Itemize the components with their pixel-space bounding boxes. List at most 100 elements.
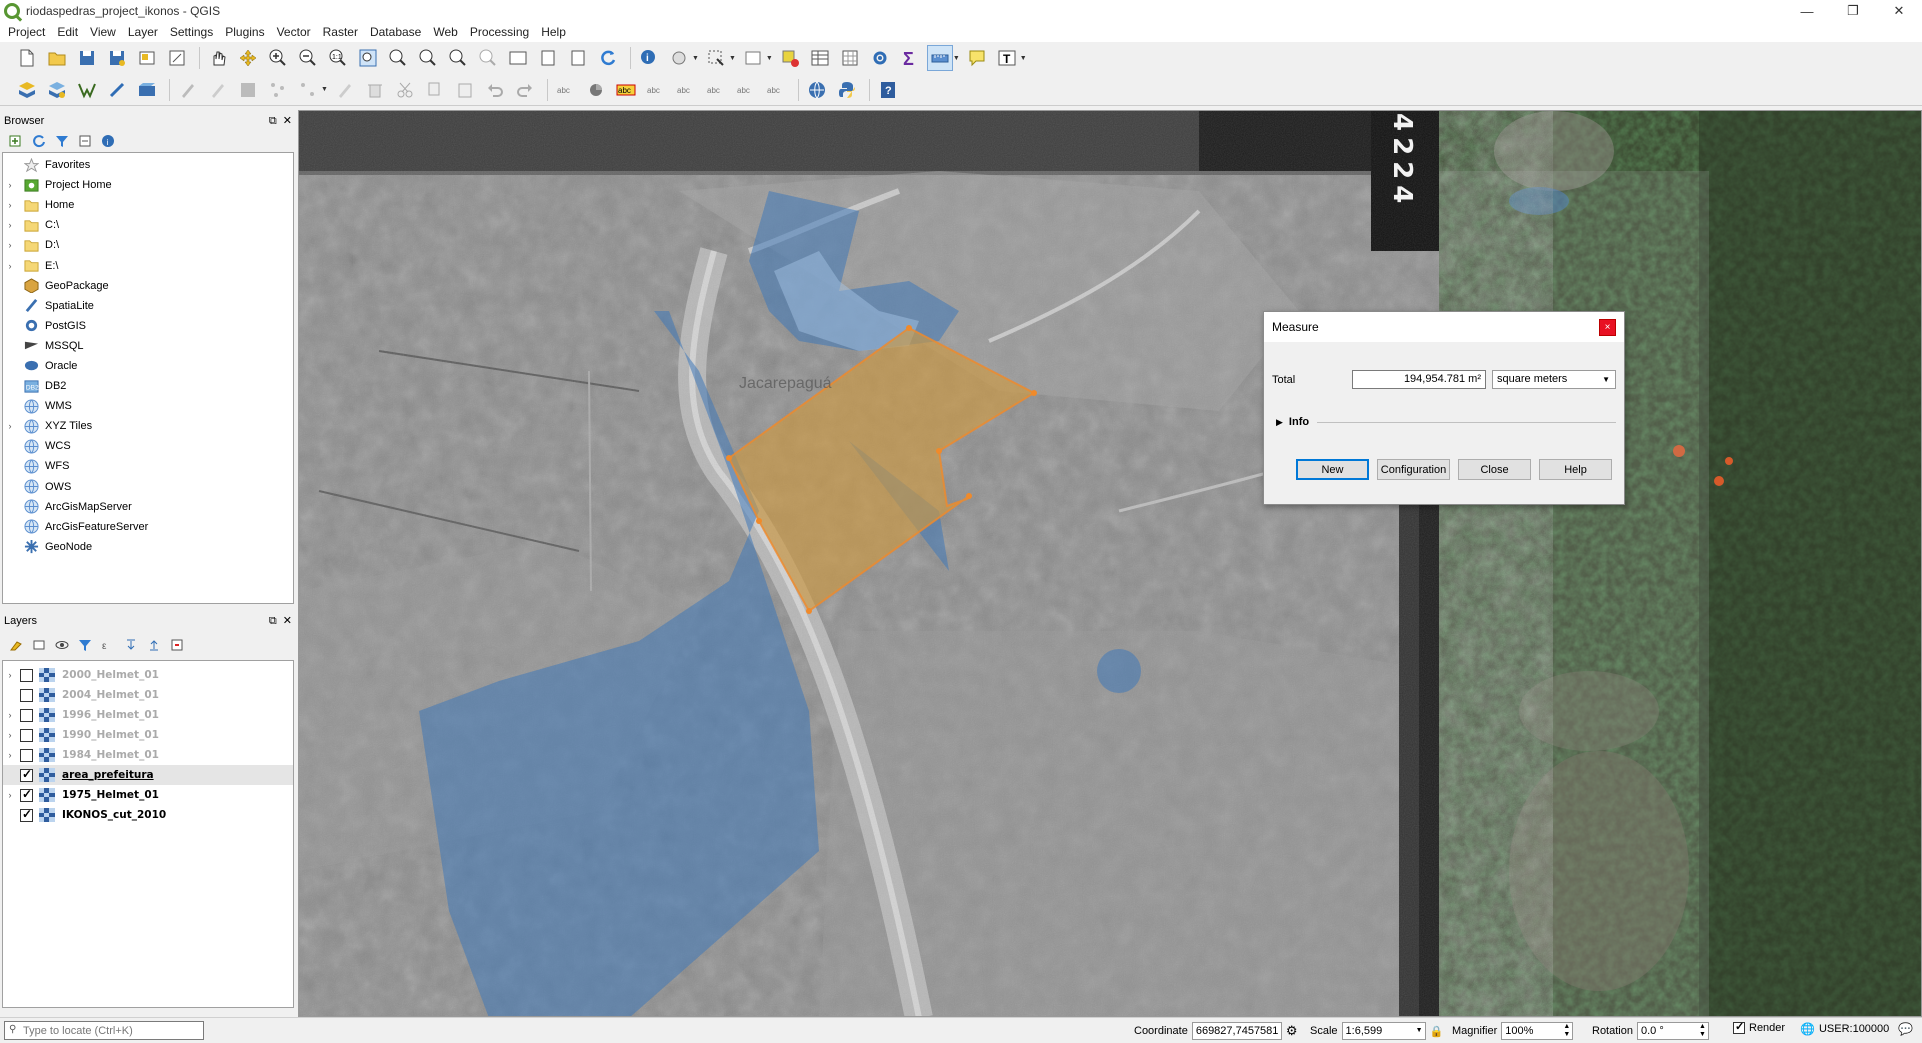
add-group-icon[interactable] xyxy=(29,635,49,655)
delete-selected-icon[interactable] xyxy=(362,77,388,103)
layer-visibility-checkbox[interactable] xyxy=(20,728,33,742)
menu-settings[interactable]: Settings xyxy=(166,25,221,39)
refresh-browser-icon[interactable] xyxy=(29,131,49,151)
total-value-field[interactable]: 194,954.781 m² xyxy=(1352,370,1486,389)
browser-item[interactable]: ArcGisFeatureServer xyxy=(3,517,293,537)
zoom-last-icon[interactable] xyxy=(445,45,471,71)
layer-item[interactable]: › 1984_Helmet_01 xyxy=(3,745,293,765)
zoom-to-layer-icon[interactable] xyxy=(415,45,441,71)
collapse-all-icon[interactable] xyxy=(75,131,95,151)
new-bookmark-icon[interactable] xyxy=(535,45,561,71)
vertex-tool-icon[interactable] xyxy=(295,77,321,103)
chevron-right-icon[interactable]: › xyxy=(3,220,17,230)
browser-item[interactable]: DB2 DB2 xyxy=(3,376,293,396)
browser-item[interactable]: SpatiaLite xyxy=(3,296,293,316)
configuration-button[interactable]: Configuration xyxy=(1377,459,1450,480)
layer-visibility-checkbox[interactable] xyxy=(20,748,33,762)
run-action-icon[interactable] xyxy=(666,45,692,71)
menu-web[interactable]: Web xyxy=(429,25,465,39)
scale-combobox[interactable]: 1:6,599 ▼ xyxy=(1341,1022,1426,1040)
lock-scale-icon[interactable]: 🔒 xyxy=(1430,1025,1444,1038)
identify-icon[interactable]: i xyxy=(636,45,662,71)
map-canvas[interactable]: 4224 8 Jacarepaguá xyxy=(298,110,1922,1017)
paste-features-icon[interactable] xyxy=(452,77,478,103)
crs-globe-icon[interactable]: 🌐 xyxy=(1800,1022,1815,1036)
browser-item[interactable]: PostGIS xyxy=(3,316,293,336)
layout-manager-icon[interactable] xyxy=(164,45,190,71)
close-button[interactable]: Close xyxy=(1458,459,1531,480)
layer-item[interactable]: › 1975_Helmet_01 xyxy=(3,785,293,805)
processing-toolbox-icon[interactable] xyxy=(867,45,893,71)
copy-features-icon[interactable] xyxy=(422,77,448,103)
layer-visibility-checkbox[interactable] xyxy=(20,708,33,722)
browser-item[interactable]: › Home xyxy=(3,195,293,215)
python-console-icon[interactable] xyxy=(834,77,860,103)
layer-item[interactable]: › 2000_Helmet_01 xyxy=(3,665,293,685)
menu-vector[interactable]: Vector xyxy=(273,25,319,39)
restore-button[interactable]: ❐ xyxy=(1830,0,1876,22)
layer-visibility-checkbox[interactable] xyxy=(20,688,33,702)
browser-item[interactable]: WFS xyxy=(3,456,293,476)
toggle-extents-icon[interactable]: ⚙ xyxy=(1286,1023,1298,1039)
show-bookmarks-icon[interactable] xyxy=(565,45,591,71)
measure-line-icon[interactable] xyxy=(926,45,953,71)
float-panel-icon[interactable]: ⧉ xyxy=(269,613,277,629)
new-map-view-icon[interactable] xyxy=(505,45,531,71)
float-panel-icon[interactable]: ⧉ xyxy=(269,113,277,129)
browser-item[interactable]: › Project Home xyxy=(3,175,293,195)
pan-to-selection-icon[interactable] xyxy=(235,45,261,71)
menu-view[interactable]: View xyxy=(86,25,124,39)
chevron-right-icon[interactable]: › xyxy=(3,790,17,800)
help-button[interactable]: Help xyxy=(1539,459,1612,480)
refresh-icon[interactable] xyxy=(595,45,621,71)
highlight-labels-icon[interactable]: abc xyxy=(613,77,639,103)
pan-icon[interactable] xyxy=(205,45,231,71)
info-section[interactable]: ▶ Info xyxy=(1276,416,1616,428)
zoom-to-selection-icon[interactable] xyxy=(385,45,411,71)
browser-item[interactable]: ArcGisMapServer xyxy=(3,497,293,517)
pin-labels-icon[interactable]: abc xyxy=(643,77,669,103)
new-project-icon[interactable] xyxy=(14,45,40,71)
zoom-in-icon[interactable] xyxy=(265,45,291,71)
measure-close-icon[interactable]: × xyxy=(1599,319,1616,336)
plugin-globe-icon[interactable] xyxy=(804,77,830,103)
save-as-icon[interactable] xyxy=(104,45,130,71)
chevron-right-icon[interactable]: › xyxy=(3,180,17,190)
browser-item[interactable]: WMS xyxy=(3,396,293,416)
select-features-icon[interactable] xyxy=(703,45,729,71)
chevron-right-icon[interactable]: › xyxy=(3,750,17,760)
open-project-icon[interactable] xyxy=(44,45,70,71)
show-hide-labels-icon[interactable]: abc xyxy=(673,77,699,103)
diagram-icon[interactable] xyxy=(583,77,609,103)
undo-icon[interactable] xyxy=(482,77,508,103)
modify-attributes-icon[interactable] xyxy=(332,77,358,103)
magnifier-spinbox[interactable]: 100% ▲ ▼ xyxy=(1501,1022,1574,1040)
chevron-right-icon[interactable]: › xyxy=(3,261,17,271)
map-tips-icon[interactable] xyxy=(964,45,990,71)
style-panel-icon[interactable] xyxy=(6,635,26,655)
locator-search-input[interactable]: ⚲ Type to locate (Ctrl+K) xyxy=(4,1021,204,1040)
rotate-label-icon[interactable]: abc xyxy=(733,77,759,103)
zoom-native-icon[interactable]: 1:1 xyxy=(325,45,351,71)
chevron-right-icon[interactable]: › xyxy=(3,421,17,431)
attribute-table-icon[interactable] xyxy=(807,45,833,71)
add-delimited-text-icon[interactable] xyxy=(104,77,130,103)
chevron-right-icon[interactable]: › xyxy=(3,730,17,740)
chevron-right-icon[interactable]: › xyxy=(3,670,17,680)
layer-item[interactable]: › 1990_Helmet_01 xyxy=(3,725,293,745)
new-geopackage-layer-icon[interactable] xyxy=(44,77,70,103)
browser-item[interactable]: Favorites xyxy=(3,155,293,175)
chevron-right-icon[interactable]: › xyxy=(3,200,17,210)
menu-database[interactable]: Database xyxy=(366,25,429,39)
add-vector-layer-icon[interactable] xyxy=(74,77,100,103)
menu-layer[interactable]: Layer xyxy=(124,25,166,39)
browser-item[interactable]: Oracle xyxy=(3,356,293,376)
expand-all-icon[interactable] xyxy=(121,635,141,655)
crs-label[interactable]: USER:100000 xyxy=(1819,1023,1889,1035)
text-annotation-icon[interactable]: T xyxy=(994,45,1020,71)
add-feature-icon[interactable] xyxy=(265,77,291,103)
cut-features-icon[interactable] xyxy=(392,77,418,103)
browser-item[interactable]: › C:\ xyxy=(3,215,293,235)
move-label-icon[interactable]: abc xyxy=(703,77,729,103)
menu-plugins[interactable]: Plugins xyxy=(221,25,272,39)
